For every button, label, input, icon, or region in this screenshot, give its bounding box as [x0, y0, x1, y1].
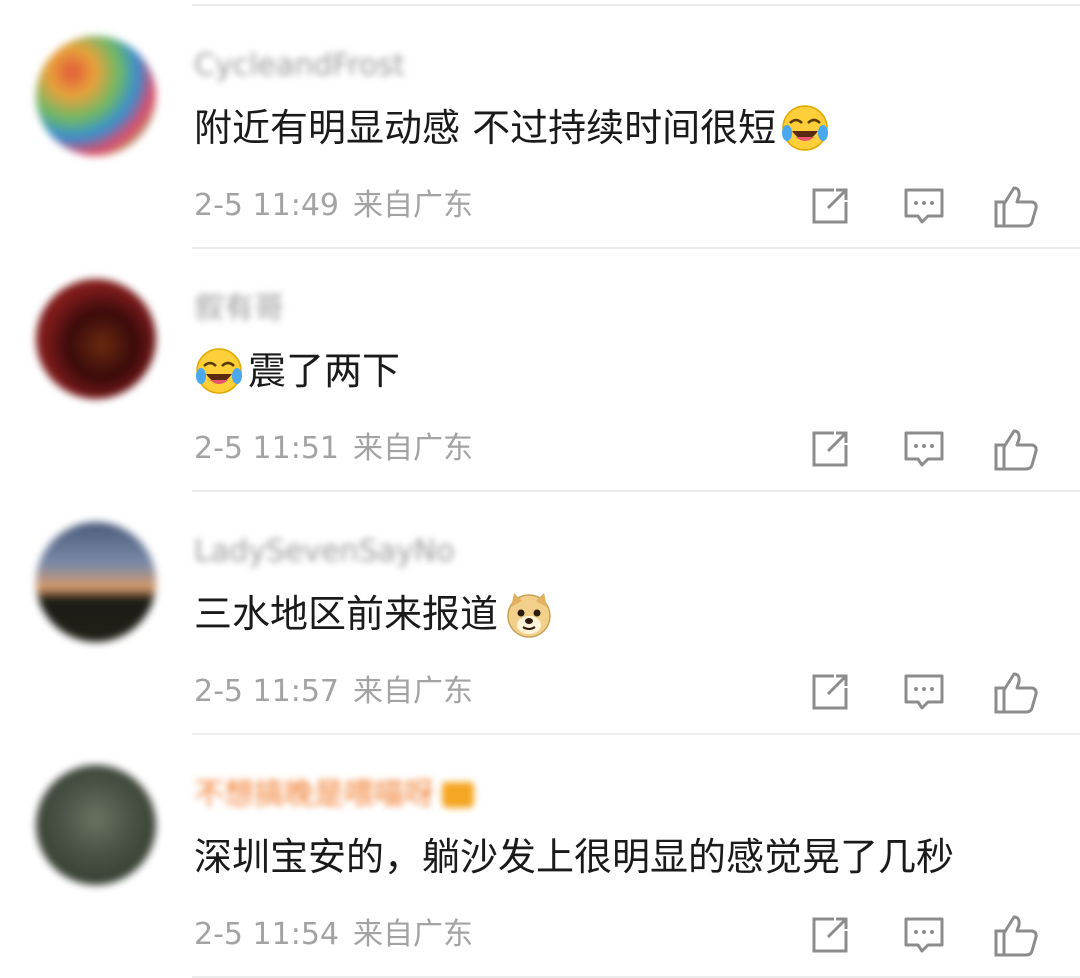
comment-item: LadySevenSayNo 三水地区前来报道 2-5 11:57 来自广东	[0, 492, 1080, 735]
username[interactable]: CycleandFrost	[194, 46, 405, 86]
timestamp: 2-5 11:51	[194, 431, 339, 466]
like-button[interactable]	[992, 182, 1040, 230]
username[interactable]: 叙有哥	[194, 289, 284, 329]
timestamp: 2-5 11:54	[194, 917, 339, 952]
like-button[interactable]	[992, 911, 1040, 959]
thumbs-up-icon	[992, 668, 1040, 716]
username[interactable]: 不想搞晚是喂喵呀	[194, 775, 474, 815]
comment-icon	[900, 182, 948, 230]
avatar[interactable]	[36, 36, 156, 156]
reply-button[interactable]	[900, 911, 948, 959]
avatar[interactable]	[36, 279, 156, 399]
username[interactable]: LadySevenSayNo	[194, 532, 455, 572]
comment-meta: 2-5 11:49 来自广东	[194, 186, 473, 226]
avatar[interactable]	[36, 765, 156, 885]
comment-text: 深圳宝安的，躺沙发上很明显的感觉晃了几秒	[194, 831, 954, 883]
thumbs-up-icon	[992, 425, 1040, 473]
crown-icon	[442, 782, 474, 808]
comment-item: 叙有哥 震了两下 2-5 11:51 来自广东	[0, 249, 1080, 492]
username-text: 不想搞晚是喂喵呀	[194, 777, 434, 812]
location: 来自广东	[353, 917, 473, 952]
share-button[interactable]	[806, 425, 854, 473]
share-button[interactable]	[806, 668, 854, 716]
comment-item: 不想搞晚是喂喵呀 深圳宝安的，躺沙发上很明显的感觉晃了几秒 2-5 11:54 来…	[0, 735, 1080, 978]
thumbs-up-icon	[992, 182, 1040, 230]
comment-text-body: 附近有明显动感 不过持续时间很短	[194, 106, 777, 150]
location: 来自广东	[353, 188, 473, 223]
location: 来自广东	[353, 674, 473, 709]
like-button[interactable]	[992, 668, 1040, 716]
reply-button[interactable]	[900, 182, 948, 230]
comment-meta: 2-5 11:57 来自广东	[194, 672, 473, 712]
comment-text: 震了两下	[194, 345, 400, 397]
location: 来自广东	[353, 431, 473, 466]
doge-emoji-icon	[504, 589, 554, 639]
comment-text-body: 震了两下	[248, 349, 401, 393]
avatar[interactable]	[36, 522, 156, 642]
timestamp: 2-5 11:49	[194, 188, 339, 223]
reply-button[interactable]	[900, 668, 948, 716]
share-icon	[806, 182, 854, 230]
comment-meta: 2-5 11:51 来自广东	[194, 429, 473, 469]
comment-icon	[900, 911, 948, 959]
thumbs-up-icon	[992, 911, 1040, 959]
timestamp: 2-5 11:57	[194, 674, 339, 709]
comment-icon	[900, 668, 948, 716]
share-button[interactable]	[806, 911, 854, 959]
like-button[interactable]	[992, 425, 1040, 473]
laughing-crying-emoji-icon	[194, 346, 244, 396]
comment-meta: 2-5 11:54 来自广东	[194, 915, 473, 955]
comment-icon	[900, 425, 948, 473]
share-icon	[806, 668, 854, 716]
laughing-crying-emoji-icon	[780, 103, 830, 153]
comment-text: 三水地区前来报道	[194, 588, 554, 640]
comment-item: CycleandFrost 附近有明显动感 不过持续时间很短 2-5 11:49…	[0, 6, 1080, 249]
reply-button[interactable]	[900, 425, 948, 473]
share-icon	[806, 425, 854, 473]
comment-text-body: 三水地区前来报道	[194, 592, 499, 636]
share-icon	[806, 911, 854, 959]
comment-text-body: 深圳宝安的，躺沙发上很明显的感觉晃了几秒	[194, 835, 955, 879]
share-button[interactable]	[806, 182, 854, 230]
comment-text: 附近有明显动感 不过持续时间很短	[194, 102, 830, 154]
